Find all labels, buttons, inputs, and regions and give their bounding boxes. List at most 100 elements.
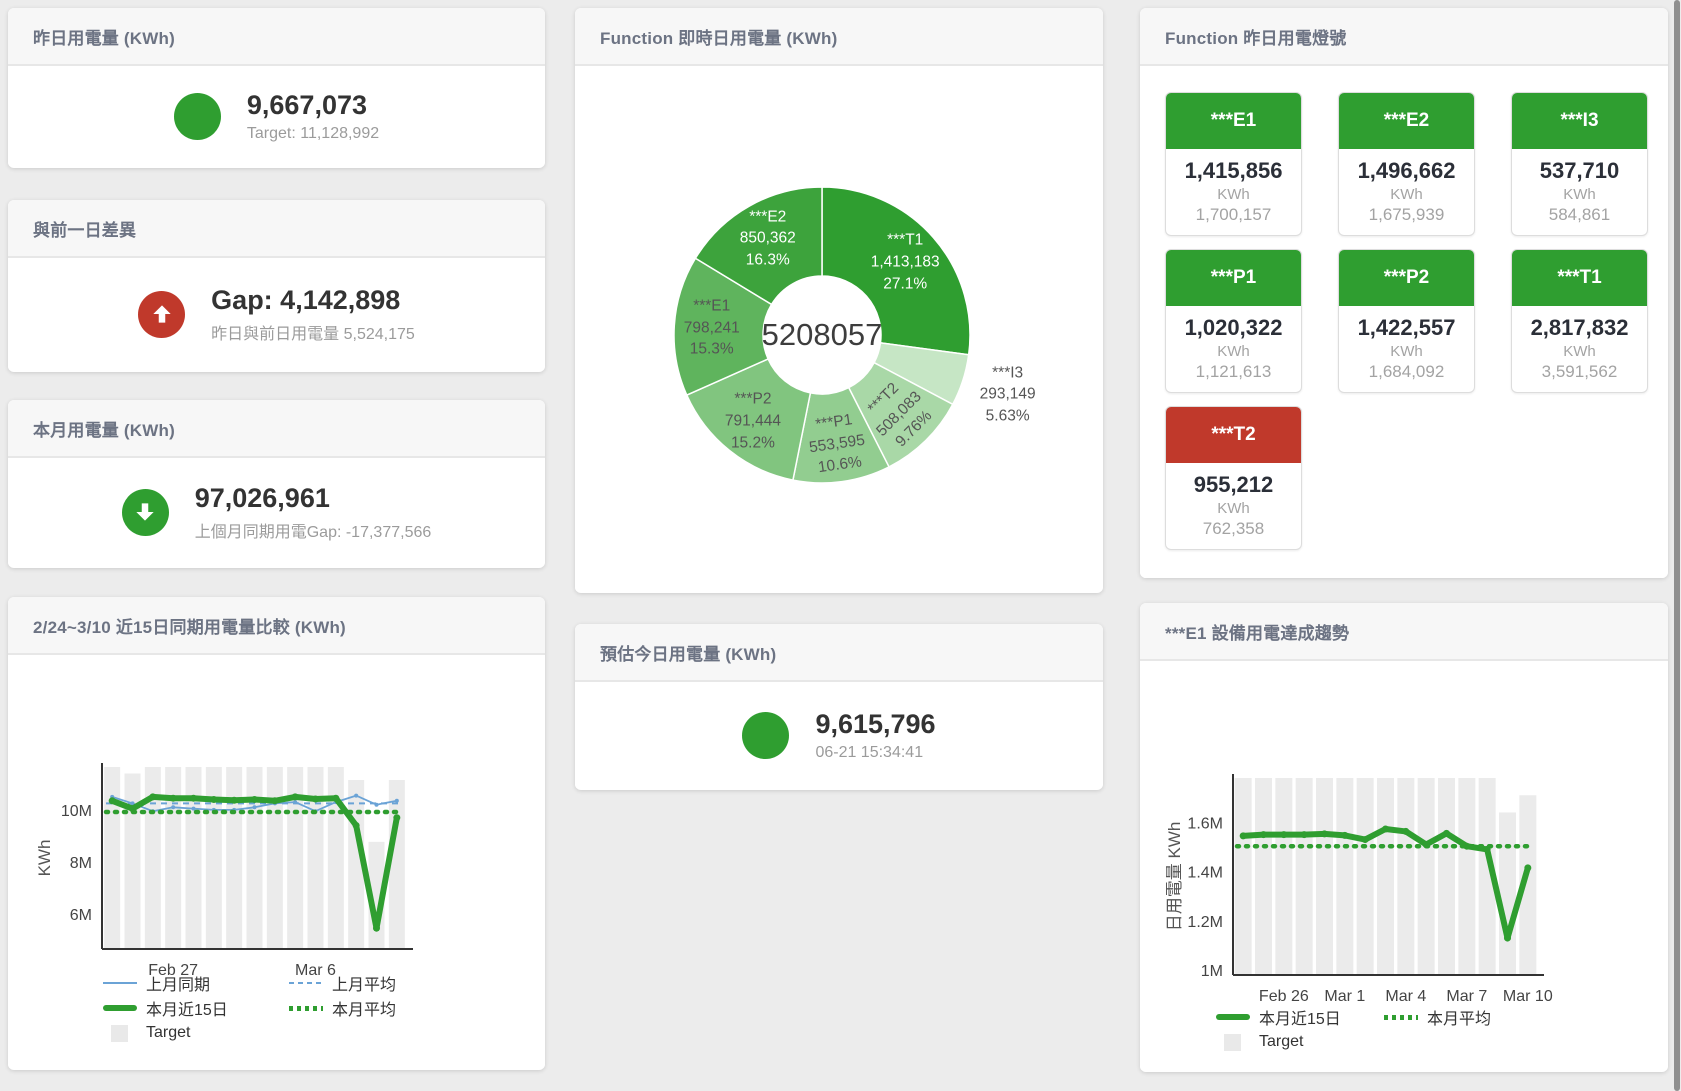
data-point <box>231 797 238 804</box>
y-tick-label: 10M <box>61 803 92 820</box>
data-point <box>1524 864 1531 871</box>
data-point <box>251 796 258 803</box>
tile-target-value: 762,358 <box>1166 519 1301 539</box>
panel-yesterday-usage: 昨日用電量 (KWh) 9,667,073 Target: 11,128,992 <box>8 8 545 168</box>
tile-unit: KWh <box>1166 500 1301 517</box>
stat-subtitle: 上個月同期用電Gap: -17,377,566 <box>195 518 432 542</box>
panel-e1-trend-chart: ***E1 設備用電達成趨勢 1M1.2M1.4M1.6MFeb 26Mar 1… <box>1140 603 1668 1072</box>
legend-item[interactable]: 本月平均 <box>289 998 396 1018</box>
legend-item[interactable]: 上月平均 <box>289 973 396 993</box>
legend-item[interactable]: Target <box>103 1023 289 1043</box>
legend-swatch-dots-icon <box>1384 1008 1418 1026</box>
legend-item[interactable]: 上月同期 <box>103 973 289 993</box>
data-point <box>395 799 399 803</box>
data-point <box>332 795 339 802</box>
tile-body: 1,496,662KWh1,675,939 <box>1339 149 1474 225</box>
donut-slice-label: ***P1553,59510.6% <box>805 408 870 480</box>
panel-title: Function 昨日用電燈號 <box>1165 24 1346 49</box>
target-bar <box>1316 778 1333 975</box>
legend-label: 上月同期 <box>146 971 210 995</box>
data-point <box>109 797 116 804</box>
data-point <box>192 807 196 811</box>
data-point <box>312 795 319 802</box>
legend-label: Target <box>146 1024 190 1042</box>
donut-slice-label: ***P2791,44415.2% <box>725 389 781 454</box>
legend-label: 本月平均 <box>332 996 396 1020</box>
tile-unit: KWh <box>1339 343 1474 360</box>
data-point <box>1341 832 1348 839</box>
target-bar <box>247 767 263 949</box>
panel-header: 預估今日用電量 (KWh) <box>575 624 1103 682</box>
tile-value: 955,212 <box>1166 472 1301 498</box>
panel-title: 與前一日差異 <box>33 216 136 241</box>
tile-value: 1,422,557 <box>1339 315 1474 341</box>
light-tile: ***T2955,212KWh762,358 <box>1165 406 1302 550</box>
legend-item[interactable]: 本月近15日 <box>103 998 289 1018</box>
light-tile: ***P11,020,322KWh1,121,613 <box>1165 249 1302 393</box>
donut-slice-label: ***T11,413,18327.1% <box>871 230 940 295</box>
chart-legend: 本月近15日 本月平均 Target <box>1216 1007 1491 1052</box>
tile-target-value: 1,684,092 <box>1339 362 1474 382</box>
light-tile: ***E11,415,856KWh1,700,157 <box>1165 92 1302 236</box>
tile-label-badge: ***E1 <box>1166 93 1301 149</box>
tile-target-value: 1,700,157 <box>1166 205 1301 225</box>
tile-label-badge: ***P1 <box>1166 250 1301 306</box>
data-point <box>171 805 175 809</box>
tile-body: 1,422,557 KWh 1,684,092 <box>1339 306 1474 382</box>
data-point <box>253 805 257 809</box>
panel-header: 與前一日差異 <box>8 200 545 258</box>
e1-trend-chart[interactable]: 1M1.2M1.4M1.6MFeb 26Mar 1Mar 4Mar 7Mar 1… <box>1140 661 1668 1070</box>
x-tick-label: Mar 7 <box>1446 988 1487 1005</box>
legend-label: 本月近15日 <box>146 996 228 1020</box>
stat-timestamp: 06-21 15:34:41 <box>815 744 935 762</box>
data-point <box>1362 836 1369 843</box>
status-circle-icon <box>742 712 789 759</box>
tile-label-badge: ***I3 <box>1512 93 1647 149</box>
target-bar <box>1235 778 1252 975</box>
tile-label-badge: ***E2 <box>1339 93 1474 149</box>
tile-unit: KWh <box>1339 186 1474 203</box>
panel-header: 2/24~3/10 近15日同期用電量比較 (KWh) <box>8 597 545 655</box>
tile-target-value: 1,675,939 <box>1339 205 1474 225</box>
target-bar <box>226 767 242 949</box>
legend-item[interactable]: 本月近15日 <box>1216 1007 1384 1027</box>
tile-unit: KWh <box>1166 343 1301 360</box>
stat-subtitle: Target: 11,128,992 <box>247 125 379 143</box>
compare15-trend-chart[interactable]: 6M8M10MFeb 27Mar 6KWh上月同期上月平均本月近15日本月平均T… <box>8 655 545 1068</box>
legend-label: 本月平均 <box>1427 1005 1491 1029</box>
tile-target-value: 1,121,613 <box>1166 362 1301 382</box>
data-point <box>1240 832 1247 839</box>
target-bar <box>206 767 222 949</box>
legend-item[interactable]: 本月平均 <box>1384 1007 1491 1027</box>
vertical-scrollbar[interactable] <box>1674 0 1680 1091</box>
panel-title: 2/24~3/10 近15日同期用電量比較 (KWh) <box>33 613 346 638</box>
legend-item[interactable]: Target <box>1216 1032 1384 1052</box>
light-tile: ***I3 537,710 KWh 584,861 <box>1511 92 1648 236</box>
tile-label-badge: ***P2 <box>1339 250 1474 306</box>
data-point <box>190 795 197 802</box>
panel-title: 昨日用電量 (KWh) <box>33 24 175 49</box>
panel-header: ***E1 設備用電達成趨勢 <box>1140 603 1668 661</box>
realtime-usage-donut-chart[interactable]: ***T11,413,18327.1%***I3293,1495.63%***T… <box>575 66 1103 591</box>
target-bar <box>308 767 324 949</box>
data-point <box>1443 830 1450 837</box>
y-tick-label: 1.6M <box>1187 815 1223 832</box>
target-bar <box>1275 778 1292 975</box>
tile-body: 1,020,322KWh1,121,613 <box>1166 306 1301 382</box>
legend-swatch-box-icon <box>103 1024 137 1042</box>
panel-compare15-chart: 2/24~3/10 近15日同期用電量比較 (KWh) 6M8M10MFeb 2… <box>8 597 545 1070</box>
legend-label: 本月近15日 <box>1259 1005 1341 1029</box>
y-tick-label: 1.4M <box>1187 865 1223 882</box>
panel-header: 本月用電量 (KWh) <box>8 400 545 458</box>
light-tile: ***E21,496,662KWh1,675,939 <box>1338 92 1475 236</box>
data-point <box>170 795 177 802</box>
tile-value: 537,710 <box>1512 158 1647 184</box>
dashboard: 昨日用電量 (KWh) 9,667,073 Target: 11,128,992… <box>0 0 1681 1091</box>
tile-unit: KWh <box>1512 186 1647 203</box>
tile-body: 1,415,856KWh1,700,157 <box>1166 149 1301 225</box>
tile-unit: KWh <box>1166 186 1301 203</box>
target-bar <box>165 767 181 949</box>
target-bar <box>125 774 141 950</box>
tile-target-value: 584,861 <box>1512 205 1647 225</box>
target-bar <box>1397 778 1414 975</box>
